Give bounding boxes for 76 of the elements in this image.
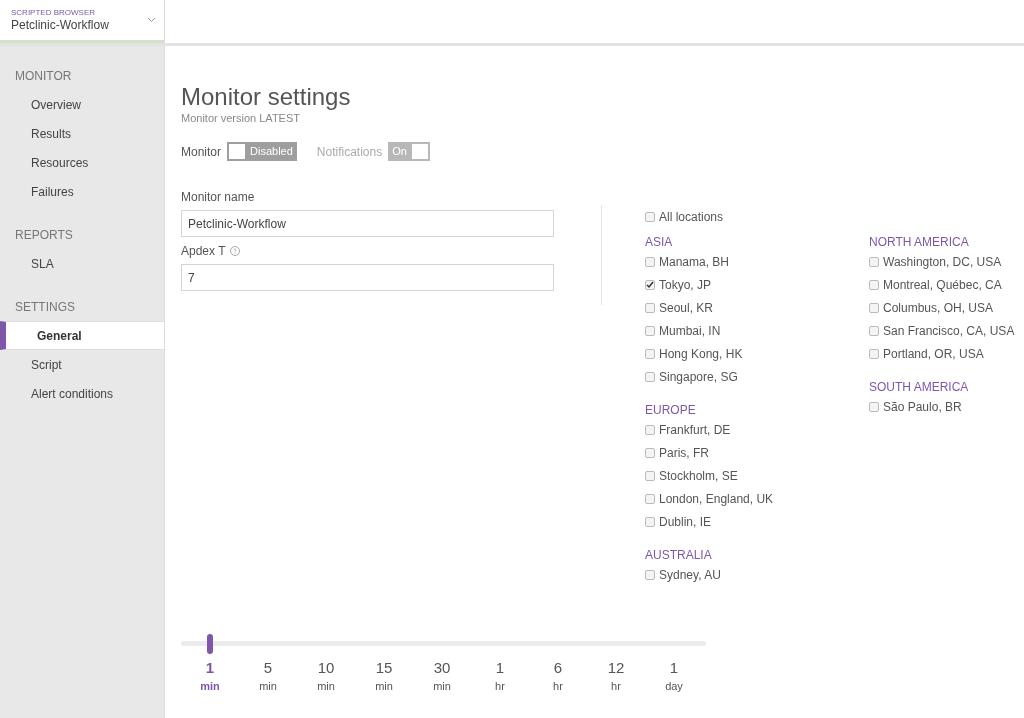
chevron-down-icon <box>147 17 156 23</box>
checkbox-label: Montreal, Québec, CA <box>883 276 1002 294</box>
slider-thumb[interactable] <box>207 634 213 654</box>
checkbox[interactable] <box>645 256 655 267</box>
checkbox[interactable] <box>645 371 655 382</box>
checkbox-label: Columbus, OH, USA <box>883 299 994 317</box>
region-heading: EUROPE <box>645 402 697 418</box>
checkbox[interactable] <box>645 493 655 504</box>
sidebar-item[interactable]: Overview <box>0 90 164 119</box>
sidebar-section-title: REPORTS <box>14 227 74 243</box>
frequency-option[interactable]: 15 min <box>355 658 413 694</box>
checkbox-label: Washington, DC, USA <box>883 253 1002 271</box>
input-field[interactable]: Petclinic-Workflow <box>181 210 554 237</box>
input-field[interactable]: 7 <box>181 264 554 291</box>
checkbox[interactable] <box>869 279 879 290</box>
product-type-label: SCRIPTED BROWSER <box>11 8 96 18</box>
checkbox-label: Frankfurt, DE <box>659 421 731 439</box>
checkbox[interactable] <box>645 470 655 481</box>
checkbox-label: São Paulo, BR <box>883 398 962 416</box>
sidebar-item[interactable]: Failures <box>0 177 164 206</box>
frequency-option[interactable]: 5 min <box>239 658 297 694</box>
toggle-label: Monitor <box>181 143 221 161</box>
sidebar-item[interactable]: General <box>0 321 164 350</box>
frequency-option[interactable]: 12 hr <box>587 658 645 694</box>
checkbox[interactable] <box>869 348 879 359</box>
checkbox[interactable] <box>869 401 879 412</box>
sidebar-section-title: MONITOR <box>14 68 73 84</box>
sidebar-section-title: SETTINGS <box>14 299 76 315</box>
region-heading: ASIA <box>645 234 674 250</box>
field-label: Monitor name <box>181 189 255 205</box>
toggle-label: Notifications <box>316 143 383 161</box>
sidebar-item[interactable]: Resources <box>0 148 164 177</box>
field-label: Apdex T <box>181 243 226 259</box>
checkbox-label: Dublin, IE <box>659 513 712 531</box>
checkbox[interactable] <box>645 302 655 313</box>
checkbox-label: Stockholm, SE <box>659 467 738 485</box>
checkbox-label: Tokyo, JP <box>659 276 712 294</box>
frequency-option[interactable]: 10 min <box>297 658 355 694</box>
checkbox-label: Paris, FR <box>659 444 709 462</box>
page-title: Monitor settings <box>181 83 352 111</box>
checkbox-label: London, England, UK <box>659 490 774 508</box>
checkbox[interactable] <box>645 212 655 222</box>
checkbox-label: Hong Kong, HK <box>659 345 743 363</box>
checkbox-label: San Francisco, CA, USA <box>883 322 1015 340</box>
page-subtitle: Monitor version LATEST <box>181 111 301 125</box>
checkbox-label: Portland, OR, USA <box>883 345 984 363</box>
checkbox[interactable] <box>645 569 655 580</box>
frequency-option[interactable]: 1 min <box>181 658 239 694</box>
frequency-option[interactable]: 6 hr <box>529 658 587 694</box>
frequency-option[interactable]: 1 hr <box>471 658 529 694</box>
product-selector[interactable]: SCRIPTED BROWSER Petclinic-Workflow <box>0 0 165 43</box>
checkbox-label: Singapore, SG <box>659 368 738 386</box>
checkbox[interactable] <box>869 256 879 267</box>
sidebar-item[interactable]: SLA <box>0 249 164 278</box>
checkbox-label: Seoul, KR <box>659 299 714 317</box>
product-name: Petclinic-Workflow <box>11 18 109 32</box>
sidebar-item[interactable]: Alert conditions <box>0 379 164 408</box>
checkbox-label: Mumbai, IN <box>659 322 721 340</box>
frequency-option[interactable]: 1 day <box>645 658 703 694</box>
checkbox[interactable] <box>645 279 655 290</box>
checkbox-label: Manama, BH <box>659 253 730 271</box>
checkbox[interactable] <box>645 516 655 527</box>
checkbox[interactable] <box>645 447 655 458</box>
sidebar-item[interactable]: Results <box>0 119 164 148</box>
checkbox[interactable] <box>869 325 879 336</box>
region-heading: SOUTH AMERICA <box>869 379 970 395</box>
frequency-option[interactable]: 30 min <box>413 658 471 694</box>
checkbox[interactable] <box>645 348 655 359</box>
sidebar-item[interactable]: Script <box>0 350 164 379</box>
region-heading: AUSTRALIA <box>645 547 713 563</box>
checkbox[interactable] <box>869 302 879 313</box>
checkbox-label: Sydney, AU <box>659 566 721 584</box>
region-heading: NORTH AMERICA <box>869 234 970 250</box>
checkbox[interactable] <box>645 424 655 435</box>
checkbox-label: All locations <box>659 209 724 226</box>
checkbox[interactable] <box>645 325 655 336</box>
